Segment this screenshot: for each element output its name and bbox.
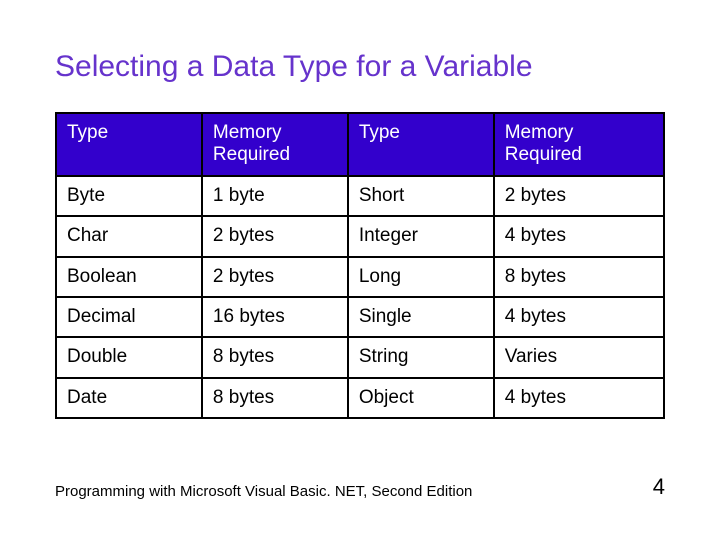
data-type-table: Type Memory Required Type Memory Require…	[55, 112, 665, 419]
cell-memory: 8 bytes	[494, 257, 664, 297]
cell-type: Decimal	[56, 297, 202, 337]
slide-footer: Programming with Microsoft Visual Basic.…	[55, 474, 665, 500]
table-row: Byte 1 byte Short 2 bytes	[56, 176, 664, 216]
cell-memory: Varies	[494, 337, 664, 377]
cell-memory: 2 bytes	[494, 176, 664, 216]
cell-type: Boolean	[56, 257, 202, 297]
cell-memory: 8 bytes	[202, 378, 348, 418]
table-row: Boolean 2 bytes Long 8 bytes	[56, 257, 664, 297]
cell-memory: 16 bytes	[202, 297, 348, 337]
col-header-type-2: Type	[348, 113, 494, 176]
cell-type: Date	[56, 378, 202, 418]
table-header-row: Type Memory Required Type Memory Require…	[56, 113, 664, 176]
cell-memory: 4 bytes	[494, 378, 664, 418]
slide-title: Selecting a Data Type for a Variable	[55, 50, 665, 84]
cell-memory: 2 bytes	[202, 257, 348, 297]
col-header-type-1: Type	[56, 113, 202, 176]
table-row: Decimal 16 bytes Single 4 bytes	[56, 297, 664, 337]
col-header-memory-1: Memory Required	[202, 113, 348, 176]
cell-memory: 2 bytes	[202, 216, 348, 256]
cell-type: String	[348, 337, 494, 377]
table-row: Char 2 bytes Integer 4 bytes	[56, 216, 664, 256]
table-row: Double 8 bytes String Varies	[56, 337, 664, 377]
slide: Selecting a Data Type for a Variable Typ…	[0, 0, 720, 540]
cell-type: Byte	[56, 176, 202, 216]
footer-text: Programming with Microsoft Visual Basic.…	[55, 483, 472, 500]
cell-type: Object	[348, 378, 494, 418]
col-header-memory-2: Memory Required	[494, 113, 664, 176]
cell-memory: 1 byte	[202, 176, 348, 216]
cell-type: Double	[56, 337, 202, 377]
cell-type: Short	[348, 176, 494, 216]
cell-type: Long	[348, 257, 494, 297]
cell-type: Integer	[348, 216, 494, 256]
cell-type: Single	[348, 297, 494, 337]
cell-memory: 4 bytes	[494, 216, 664, 256]
cell-memory: 4 bytes	[494, 297, 664, 337]
cell-memory: 8 bytes	[202, 337, 348, 377]
cell-type: Char	[56, 216, 202, 256]
table-row: Date 8 bytes Object 4 bytes	[56, 378, 664, 418]
page-number: 4	[653, 474, 665, 500]
